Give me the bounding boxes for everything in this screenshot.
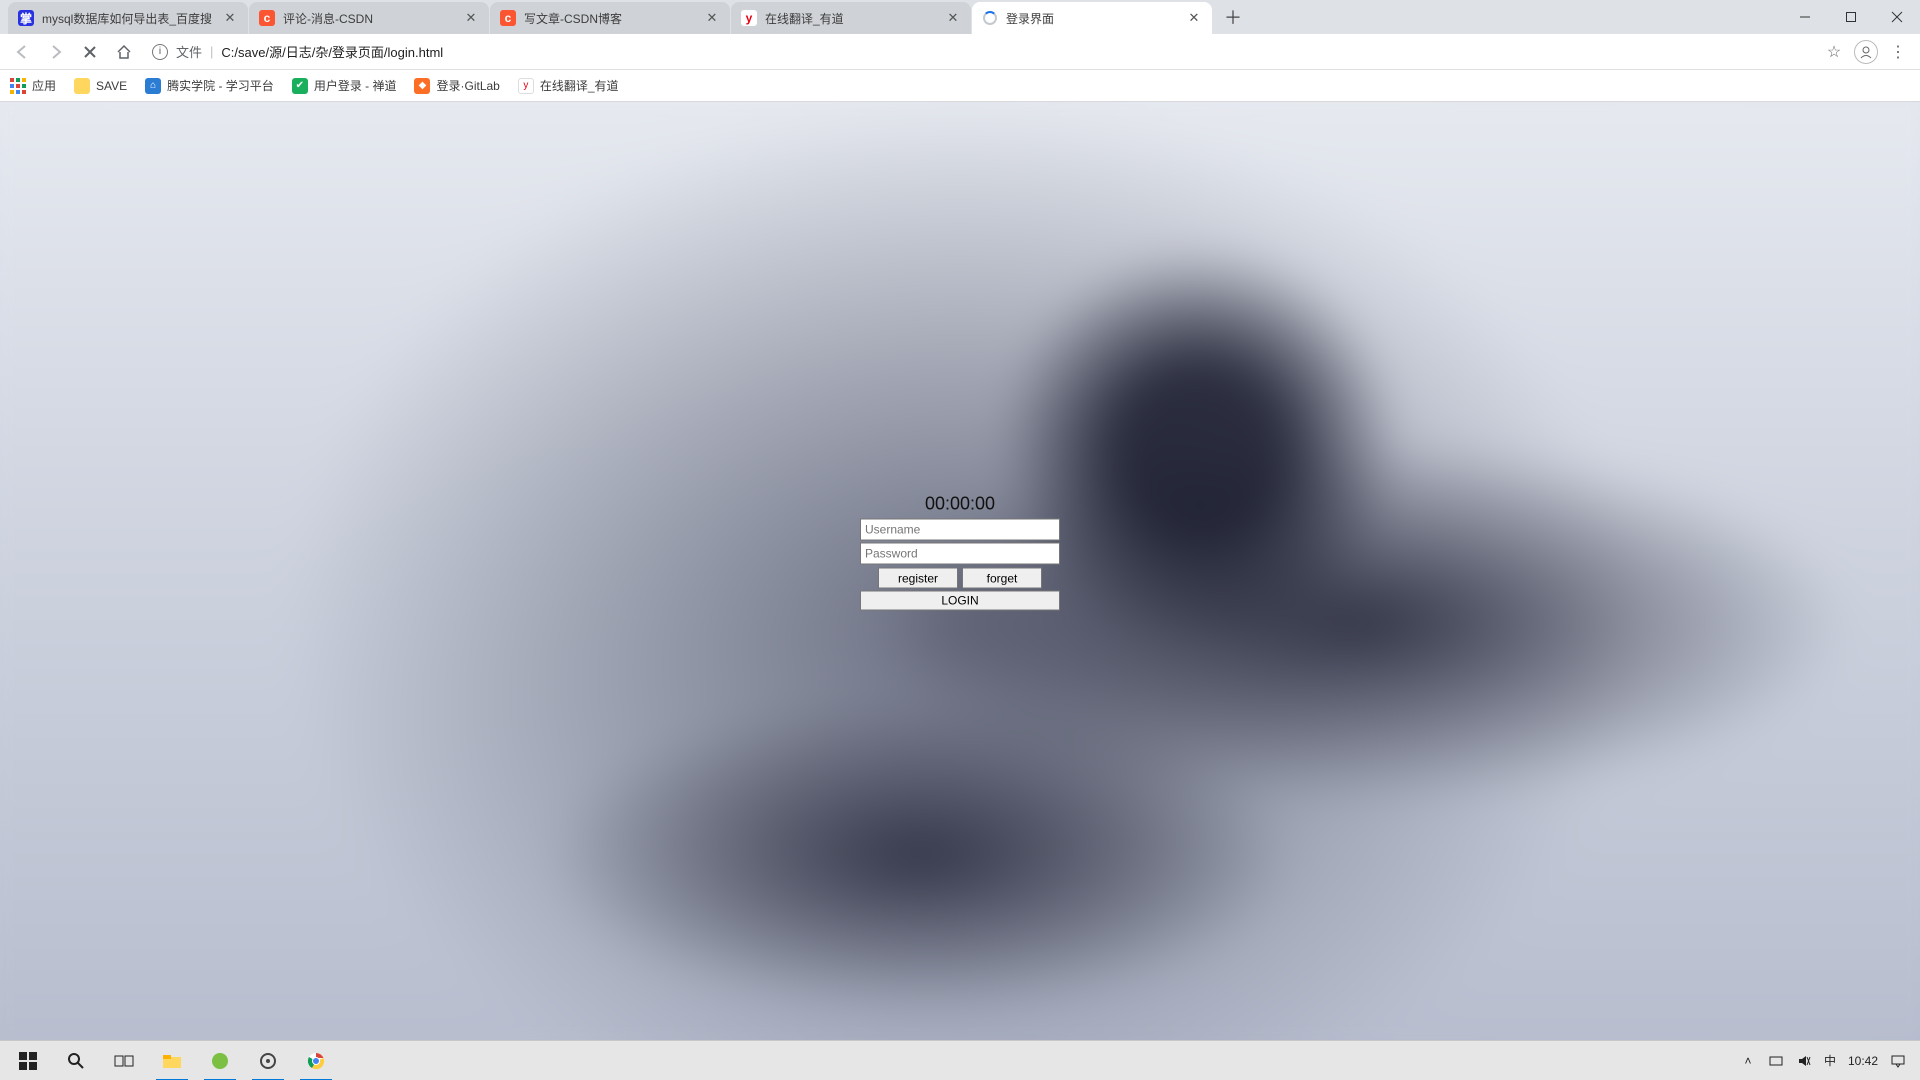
browser-toolbar: i 文件 | C:/save/源/日志/杂/登录页面/login.html ☆ … bbox=[0, 34, 1920, 70]
bookmark-label: SAVE bbox=[96, 79, 127, 93]
tab-title: 登录界面 bbox=[1006, 10, 1186, 27]
login-button[interactable]: LOGIN bbox=[860, 591, 1060, 611]
tab-close-icon[interactable]: ✕ bbox=[222, 10, 238, 26]
tray-ime-indicator[interactable]: 中 bbox=[1824, 1052, 1836, 1069]
page-viewport: 00:00:00 register forget LOGIN bbox=[0, 102, 1920, 1040]
apps-label: 应用 bbox=[32, 77, 56, 94]
separator: | bbox=[210, 44, 213, 59]
tab-favicon-icon: 掌 bbox=[18, 10, 34, 26]
tab-title: 写文章-CSDN博客 bbox=[524, 10, 704, 27]
bookmark-label: 登录·GitLab bbox=[436, 77, 499, 94]
address-bar[interactable]: i 文件 | C:/save/源/日志/杂/登录页面/login.html bbox=[144, 38, 1818, 66]
search-button[interactable] bbox=[54, 1041, 98, 1080]
tray-chevron-icon[interactable]: ˄ bbox=[1740, 1053, 1756, 1069]
task-view-button[interactable] bbox=[102, 1041, 146, 1080]
tray-clock[interactable]: 10:42 bbox=[1848, 1054, 1878, 1068]
app-taskbar-icon-2[interactable] bbox=[246, 1041, 290, 1080]
tab-favicon-icon bbox=[982, 10, 998, 26]
apps-grid-icon bbox=[10, 78, 26, 94]
browser-tab[interactable]: 掌 mysql数据库如何导出表_百度搜✕ bbox=[8, 2, 248, 34]
site-info-icon[interactable]: i bbox=[152, 44, 168, 60]
bookmark-star-icon[interactable]: ☆ bbox=[1824, 42, 1844, 62]
register-button[interactable]: register bbox=[878, 568, 958, 589]
tab-favicon-icon: c bbox=[259, 10, 275, 26]
start-button[interactable] bbox=[6, 1041, 50, 1080]
username-input[interactable] bbox=[860, 519, 1060, 541]
tray-volume-icon[interactable] bbox=[1796, 1053, 1812, 1069]
minimize-button[interactable] bbox=[1782, 0, 1828, 34]
home-button[interactable] bbox=[110, 38, 138, 66]
stop-reload-button[interactable] bbox=[76, 38, 104, 66]
tab-favicon-icon: c bbox=[500, 10, 516, 26]
tab-close-icon[interactable]: ✕ bbox=[704, 10, 720, 26]
bookmark-label: 腾实学院 - 学习平台 bbox=[167, 77, 274, 94]
bookmark-item[interactable]: SAVE bbox=[74, 77, 127, 94]
bookmark-item[interactable]: y 在线翻译_有道 bbox=[518, 77, 619, 94]
bookmark-favicon-icon: ⌂ bbox=[145, 78, 161, 94]
tab-favicon-icon: y bbox=[741, 10, 757, 26]
browser-tab[interactable]: 登录界面✕ bbox=[972, 2, 1212, 34]
browser-tab[interactable]: y 在线翻译_有道✕ bbox=[731, 2, 971, 34]
apps-shortcut[interactable]: 应用 bbox=[10, 77, 56, 94]
clock-display: 00:00:00 bbox=[858, 494, 1062, 515]
url-scheme-label: 文件 bbox=[176, 42, 202, 61]
bookmarks-bar: 应用 SAVE ⌂ 腾实学院 - 学习平台 ✔ 用户登录 - 禅道 ◆ 登录·GitLab y… bbox=[0, 70, 1920, 102]
new-tab-button[interactable]: ＋ bbox=[1219, 3, 1247, 31]
tab-close-icon[interactable]: ✕ bbox=[945, 10, 961, 26]
browser-tab[interactable]: c 写文章-CSDN博客✕ bbox=[490, 2, 730, 34]
system-tray: ˄ 中 10:42 bbox=[1740, 1052, 1914, 1069]
tab-title: mysql数据库如何导出表_百度搜 bbox=[42, 10, 222, 27]
maximize-button[interactable] bbox=[1828, 0, 1874, 34]
forget-button[interactable]: forget bbox=[962, 568, 1042, 589]
bookmark-label: 在线翻译_有道 bbox=[540, 77, 619, 94]
tabstrip: 掌mysql数据库如何导出表_百度搜✕c评论-消息-CSDN✕c写文章-CSDN… bbox=[0, 0, 1213, 34]
tab-title: 在线翻译_有道 bbox=[765, 10, 945, 27]
bookmark-favicon-icon: y bbox=[518, 78, 534, 94]
app-taskbar-icon-1[interactable] bbox=[198, 1041, 242, 1080]
back-button[interactable] bbox=[8, 38, 36, 66]
chrome-menu-icon[interactable]: ⋮ bbox=[1888, 42, 1908, 62]
url-text: C:/save/源/日志/杂/登录页面/login.html bbox=[221, 42, 443, 61]
bookmark-favicon-icon bbox=[74, 78, 90, 94]
tab-close-icon[interactable]: ✕ bbox=[463, 10, 479, 26]
password-input[interactable] bbox=[860, 543, 1060, 565]
file-explorer-taskbar-icon[interactable] bbox=[150, 1041, 194, 1080]
login-form: 00:00:00 register forget LOGIN bbox=[858, 494, 1062, 611]
profile-avatar-icon[interactable] bbox=[1854, 40, 1878, 64]
tab-close-icon[interactable]: ✕ bbox=[1186, 10, 1202, 26]
close-window-button[interactable] bbox=[1874, 0, 1920, 34]
bookmark-item[interactable]: ◆ 登录·GitLab bbox=[414, 77, 499, 94]
tray-network-icon[interactable] bbox=[1768, 1053, 1784, 1069]
browser-titlebar: 掌mysql数据库如何导出表_百度搜✕c评论-消息-CSDN✕c写文章-CSDN… bbox=[0, 0, 1920, 34]
forward-button[interactable] bbox=[42, 38, 70, 66]
browser-tab[interactable]: c 评论-消息-CSDN✕ bbox=[249, 2, 489, 34]
bookmark-item[interactable]: ✔ 用户登录 - 禅道 bbox=[292, 77, 397, 94]
windows-taskbar: ˄ 中 10:42 bbox=[0, 1040, 1920, 1080]
bookmark-label: 用户登录 - 禅道 bbox=[314, 77, 397, 94]
action-center-icon[interactable] bbox=[1890, 1053, 1906, 1069]
window-controls bbox=[1782, 0, 1920, 34]
tab-title: 评论-消息-CSDN bbox=[283, 10, 463, 27]
bookmark-favicon-icon: ◆ bbox=[414, 78, 430, 94]
chrome-taskbar-icon[interactable] bbox=[294, 1041, 338, 1080]
bookmark-item[interactable]: ⌂ 腾实学院 - 学习平台 bbox=[145, 77, 274, 94]
bookmark-favicon-icon: ✔ bbox=[292, 78, 308, 94]
